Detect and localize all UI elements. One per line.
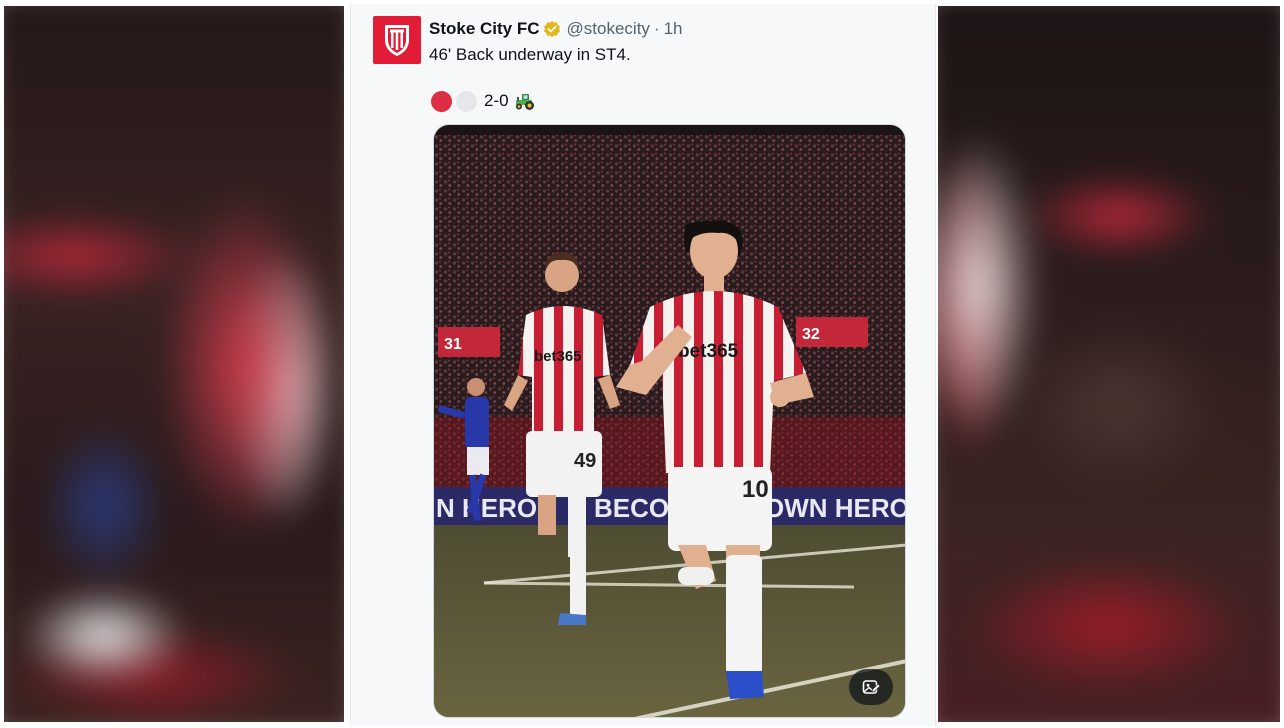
board-text-1: N HERO: [436, 493, 537, 523]
avatar[interactable]: [373, 16, 421, 64]
handle[interactable]: @stokecity: [567, 18, 650, 40]
blurred-background-left: [4, 6, 344, 722]
score-line: 2-0: [431, 90, 537, 112]
sponsor-text-1: bet365: [534, 348, 582, 365]
display-name[interactable]: Stoke City FC: [429, 18, 540, 40]
shirt-number-49: 49: [574, 450, 596, 472]
blurred-background-right: [938, 6, 1280, 722]
image-edit-button[interactable]: [849, 669, 893, 705]
stand-number-32: 32: [802, 326, 820, 343]
timestamp[interactable]: 1h: [664, 18, 683, 40]
tweet-card: Stoke City FC @stokecity · 1h 46' Back u…: [350, 4, 936, 726]
separator: ·: [653, 19, 660, 38]
celebration-photo: 31 32 N HERO BECOM OWN HERO bet365 49 be…: [434, 125, 906, 717]
score-text: 2-0: [484, 91, 509, 110]
tweet-text: 46' Back underway in ST4.: [429, 45, 631, 64]
shirt-number-10: 10: [742, 476, 769, 503]
image-edit-icon: [862, 680, 881, 694]
tractor-icon: [513, 91, 537, 111]
board-text-3: OWN HERO: [764, 493, 906, 523]
stoke-crest-icon: [385, 25, 409, 56]
tweet-header: Stoke City FC @stokecity · 1h: [429, 18, 683, 40]
tweet-photo[interactable]: 31 32 N HERO BECOM OWN HERO bet365 49 be…: [433, 124, 906, 718]
red-circle-icon: [431, 90, 452, 112]
white-circle-icon: [456, 90, 477, 112]
verified-badge-icon: [543, 20, 561, 38]
sponsor-text-2: bet365: [678, 341, 739, 362]
stand-number-31: 31: [444, 336, 462, 353]
